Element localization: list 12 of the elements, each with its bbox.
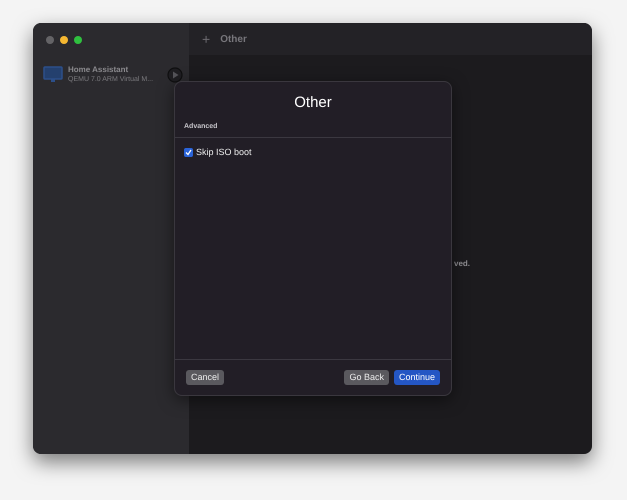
cancel-button[interactable]: Cancel bbox=[186, 370, 224, 385]
toolbar-title: Other bbox=[220, 32, 247, 46]
dialog-title: Other bbox=[293, 93, 333, 113]
continue-button[interactable]: Continue bbox=[394, 370, 440, 385]
add-button[interactable]: + bbox=[202, 32, 210, 46]
play-icon[interactable] bbox=[167, 67, 183, 83]
option-label: Skip ISO boot bbox=[196, 146, 252, 159]
monitor-icon bbox=[43, 66, 63, 84]
back-button[interactable]: Go Back bbox=[344, 370, 389, 385]
checkbox[interactable] bbox=[184, 148, 193, 157]
vm-name: Home Assistant bbox=[68, 65, 130, 75]
status-message: ved. bbox=[454, 259, 470, 268]
